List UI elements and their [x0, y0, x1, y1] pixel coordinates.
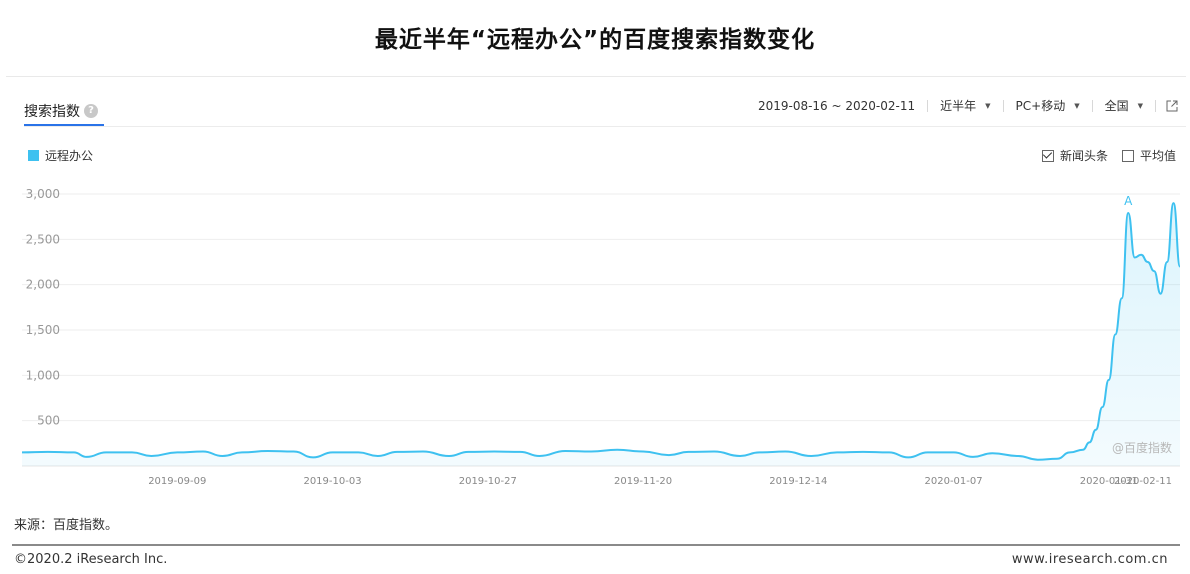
x-tick-label: 2020-01-07	[925, 476, 983, 487]
x-tick-label: 2019-11-20	[614, 476, 672, 487]
y-tick-label: 2,000	[26, 278, 60, 292]
footer-divider	[12, 544, 1180, 546]
series-line	[21, 202, 1181, 461]
x-tick-label: 2019-09-09	[148, 476, 206, 487]
x-tick-label: 2019-12-14	[769, 476, 827, 487]
source-note: 来源：百度指数。	[14, 518, 119, 533]
y-tick-label: 1,000	[26, 368, 60, 382]
watermark: @百度指数	[1112, 440, 1172, 455]
annotation-label[interactable]: A	[1124, 194, 1133, 208]
y-tick-label: 1,500	[26, 323, 60, 337]
baidu-index-panel: 搜索指数 ? 2019-08-16 ~ 2020-02-11 近半年 ▼ PC+…	[6, 76, 1186, 497]
page-title: 最近半年“远程办公”的百度搜索指数变化	[374, 27, 816, 53]
copyright: ©2020.2 iResearch Inc.	[14, 552, 168, 567]
y-tick-label: 3,000	[26, 187, 60, 201]
x-tick-label: 2019-10-03	[303, 476, 361, 487]
x-tick-label: 2019-10-27	[459, 476, 517, 487]
y-tick-label: 500	[37, 414, 60, 428]
site-url[interactable]: www.iresearch.com.cn	[1012, 552, 1168, 567]
search-index-chart: 500 1,000 1,500 2,000 2,500 3,000 2019-09-09 2…	[21, 187, 1181, 487]
x-tick-label: 2020-02-11	[1114, 476, 1172, 487]
y-tick-label: 2,500	[26, 232, 60, 246]
series-area	[22, 203, 1180, 466]
